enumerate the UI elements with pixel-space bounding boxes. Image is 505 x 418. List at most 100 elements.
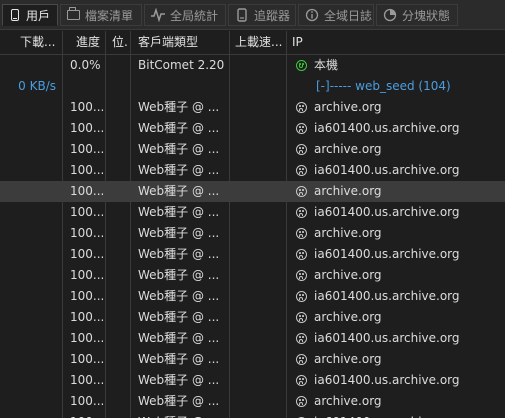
wave-icon bbox=[151, 8, 165, 22]
client-cell: BitComet 2.20 bbox=[138, 58, 225, 72]
client-cell: Web種子 @ ... bbox=[138, 247, 220, 261]
table-row[interactable]: 100... Web種子 @ ... archive.org bbox=[0, 139, 505, 160]
tab-files[interactable]: 檔案清單 bbox=[60, 4, 142, 26]
sad-face-icon bbox=[296, 354, 307, 365]
tab-bar: 用戶 檔案清單 全局統計 追蹤器 全域日誌 分塊狀態 bbox=[0, 0, 505, 30]
ip-text: ia601400.us.archive.org bbox=[314, 205, 460, 219]
sad-face-icon bbox=[296, 123, 307, 134]
col-ip[interactable]: IP bbox=[286, 31, 505, 54]
client-cell: Web種子 @ ... bbox=[138, 352, 220, 366]
column-header: 下載... 進度 位. 客戶端類型 上載速... IP bbox=[0, 31, 505, 55]
table-row[interactable]: 100... Web種子 @ ... archive.org bbox=[0, 97, 505, 118]
table-row[interactable]: 100... Web種子 @ ... archive.org bbox=[0, 223, 505, 244]
progress-cell: 100... bbox=[70, 394, 105, 408]
sad-face-icon bbox=[296, 165, 307, 176]
table-row[interactable]: 100... Web種子 @ ... archive.org bbox=[0, 307, 505, 328]
table-row[interactable]: 100... Web種子 @ ... ia601400.us.archive.org bbox=[0, 412, 505, 418]
ip-cell: ia601400.us.archive.org bbox=[290, 328, 505, 349]
sad-face-icon bbox=[296, 228, 307, 239]
ip-cell: archive.org bbox=[290, 181, 505, 202]
client-cell: Web種子 @ ... bbox=[132, 412, 229, 418]
sad-face-icon bbox=[296, 186, 307, 197]
progress-cell: 100... bbox=[70, 352, 105, 366]
ip-text: archive.org bbox=[314, 226, 382, 240]
tab-peers[interactable]: 用戶 bbox=[2, 4, 58, 26]
col-client-type[interactable]: 客戶端類型 bbox=[132, 31, 230, 54]
group-toggle[interactable]: [-]----- web_seed (104) bbox=[310, 76, 505, 97]
table-row[interactable]: 100... Web種子 @ ... ia601400.us.archive.org bbox=[0, 370, 505, 391]
ip-cell: archive.org bbox=[290, 349, 505, 370]
ip-cell: ia601400.us.archive.org bbox=[290, 412, 505, 418]
sad-face-icon bbox=[296, 144, 307, 155]
col-position[interactable]: 位. bbox=[106, 31, 132, 54]
ip-cell: ia601400.us.archive.org bbox=[290, 370, 505, 391]
table-row[interactable]: 100... Web種子 @ ... ia601400.us.archive.org bbox=[0, 118, 505, 139]
table-row-group[interactable]: 0 KB/s [-]----- web_seed (104) bbox=[0, 76, 505, 97]
ip-cell: archive.org bbox=[290, 139, 505, 160]
progress-cell: 100... bbox=[70, 121, 105, 135]
col-download-speed[interactable]: 下載... bbox=[14, 31, 62, 54]
tab-global-log[interactable]: 全域日誌 bbox=[298, 4, 374, 26]
client-cell: Web種子 @ ... bbox=[138, 289, 220, 303]
client-cell: Web種子 @ ... bbox=[138, 205, 220, 219]
col-progress[interactable]: 進度 bbox=[70, 31, 106, 54]
ip-text: 本機 bbox=[314, 58, 339, 72]
table-row-self[interactable]: 0.0% BitComet 2.20 本機 bbox=[0, 55, 505, 76]
ip-cell: archive.org bbox=[290, 97, 505, 118]
tab-label: 用戶 bbox=[26, 8, 51, 23]
sad-face-icon bbox=[296, 333, 307, 344]
ip-cell: ia601400.us.archive.org bbox=[290, 244, 505, 265]
sad-face-icon bbox=[296, 312, 307, 323]
progress-cell: 100... bbox=[70, 268, 105, 282]
tab-trackers[interactable]: 追蹤器 bbox=[228, 4, 296, 26]
ip-cell: archive.org bbox=[290, 265, 505, 286]
ip-text: ia601400.us.archive.org bbox=[314, 289, 460, 303]
tab-label: 全域日誌 bbox=[324, 8, 373, 23]
progress-cell: 100... bbox=[70, 373, 105, 387]
col-upload-speed[interactable]: 上載速... bbox=[229, 31, 287, 54]
ip-text: ia601400.us.archive.org bbox=[314, 373, 460, 387]
ip-cell: ia601400.us.archive.org bbox=[290, 202, 505, 223]
table-row[interactable]: 100... Web種子 @ ... archive.org bbox=[0, 181, 505, 202]
progress-cell: 100... bbox=[70, 184, 105, 198]
ip-cell: ia601400.us.archive.org bbox=[290, 160, 505, 181]
tab-label: 全局統計 bbox=[170, 8, 219, 23]
table-row[interactable]: 100... Web種子 @ ... ia601400.us.archive.org bbox=[0, 328, 505, 349]
table-row[interactable]: 100... Web種子 @ ... ia601400.us.archive.org bbox=[0, 160, 505, 181]
table-row[interactable]: 100... Web種子 @ ... archive.org bbox=[0, 391, 505, 412]
table-row[interactable]: 100... Web種子 @ ... ia601400.us.archive.org bbox=[0, 286, 505, 307]
ip-text: ia601400.us.archive.org bbox=[314, 163, 460, 177]
progress-cell: 100... bbox=[70, 142, 105, 156]
table-row[interactable]: 100... Web種子 @ ... ia601400.us.archive.org bbox=[0, 244, 505, 265]
ip-text: archive.org bbox=[314, 310, 382, 324]
tab-statistics[interactable]: 全局統計 bbox=[144, 4, 226, 26]
files-icon bbox=[67, 7, 80, 20]
client-cell: Web種子 @ ... bbox=[138, 184, 220, 198]
progress-cell: 100... bbox=[70, 163, 105, 177]
ip-cell: 本機 bbox=[290, 55, 505, 76]
progress-cell: 100... bbox=[70, 331, 105, 345]
pie-icon bbox=[383, 8, 397, 22]
peer-list: 0.0% BitComet 2.20 本機 0 KB/s [-]----- we… bbox=[0, 55, 505, 418]
sad-face-icon bbox=[296, 102, 307, 113]
client-cell: Web種子 @ ... bbox=[138, 331, 220, 345]
client-cell: Web種子 @ ... bbox=[138, 121, 220, 135]
ip-cell: ia601400.us.archive.org bbox=[290, 118, 505, 139]
ip-cell: archive.org bbox=[290, 223, 505, 244]
client-cell: Web種子 @ ... bbox=[138, 100, 220, 114]
table-row[interactable]: 100... Web種子 @ ... archive.org bbox=[0, 265, 505, 286]
tab-label: 檔案清單 bbox=[85, 8, 134, 23]
client-cell: Web種子 @ ... bbox=[138, 310, 220, 324]
tab-piece-status[interactable]: 分塊狀態 bbox=[376, 4, 458, 26]
progress-cell: 100... bbox=[70, 100, 105, 114]
ip-text: archive.org bbox=[314, 100, 382, 114]
sad-face-icon bbox=[296, 249, 307, 260]
disk-icon bbox=[235, 8, 249, 22]
table-row[interactable]: 100... Web種子 @ ... archive.org bbox=[0, 349, 505, 370]
progress-cell: 100... bbox=[70, 205, 105, 219]
ip-cell: archive.org bbox=[290, 391, 505, 412]
ip-text: ia601400.us.archive.org bbox=[314, 331, 460, 345]
sad-face-icon bbox=[296, 396, 307, 407]
smiley-icon bbox=[296, 60, 307, 71]
table-row[interactable]: 100... Web種子 @ ... ia601400.us.archive.org bbox=[0, 202, 505, 223]
